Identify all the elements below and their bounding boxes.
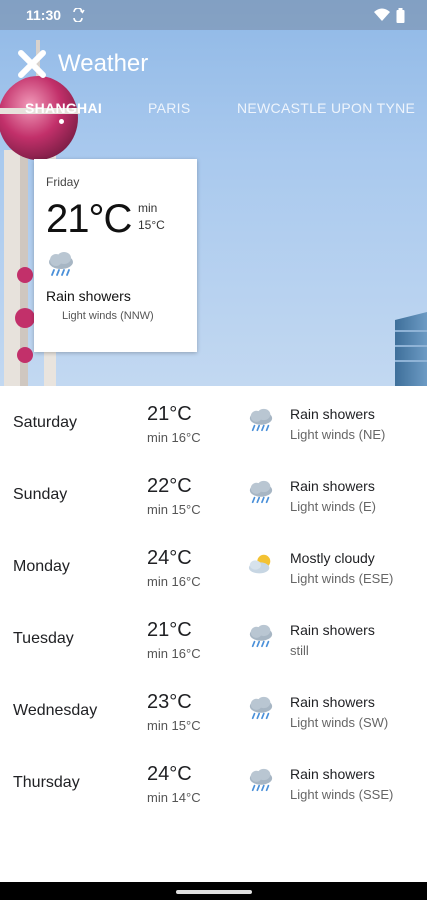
tab-paris[interactable]: PARIS	[148, 100, 190, 116]
forecast-day: Wednesday	[13, 702, 98, 719]
forecast-temp: 21°C	[147, 403, 192, 425]
forecast-condition: Mostly cloudy	[290, 550, 375, 566]
forecast-wind: still	[290, 643, 309, 658]
forecast-row: Tuesday 21°C min 16°C Rain showers still	[0, 602, 427, 674]
forecast-wind: Light winds (SW)	[290, 715, 389, 730]
forecast-temp: 24°C	[147, 763, 192, 785]
forecast-temp: 24°C	[147, 547, 192, 569]
forecast-temp: 21°C	[147, 619, 192, 641]
current-day: Friday	[46, 175, 80, 189]
forecast-min: min 16°C	[147, 646, 201, 661]
forecast-min: min 16°C	[147, 430, 201, 445]
battery-icon	[396, 7, 405, 23]
current-temp: 21°C	[46, 197, 132, 241]
current-condition: Rain showers	[46, 288, 131, 304]
rain-showers-icon	[249, 768, 273, 792]
forecast-row: Sunday 22°C min 15°C Rain showers Light …	[0, 458, 427, 530]
forecast-min: min 15°C	[147, 718, 201, 733]
tab-shanghai[interactable]: SHANGHAI	[25, 100, 102, 116]
forecast-wind: Light winds (ESE)	[290, 571, 394, 586]
current-wind: Light winds (NNW)	[62, 310, 154, 322]
forecast-condition: Rain showers	[290, 622, 375, 638]
status-bar: 11:30	[0, 0, 427, 30]
wifi-icon	[374, 8, 390, 21]
forecast-temp: 22°C	[147, 475, 192, 497]
forecast-row: Saturday 21°C min 16°C Rain showers Ligh…	[0, 386, 427, 458]
current-min-temp: 15°C	[138, 218, 165, 232]
current-min-label: min	[138, 201, 158, 215]
sync-icon	[73, 8, 85, 22]
active-tab-indicator	[59, 119, 64, 124]
rain-showers-icon	[249, 696, 273, 720]
forecast-condition: Rain showers	[290, 694, 375, 710]
home-gesture-handle[interactable]	[176, 890, 252, 894]
rain-showers-icon	[49, 252, 73, 276]
forecast-wind: Light winds (SSE)	[290, 787, 394, 802]
rain-showers-icon	[249, 408, 273, 432]
forecast-min: min 14°C	[147, 790, 201, 805]
forecast-day: Tuesday	[13, 630, 74, 647]
app-bar: Weather	[0, 42, 427, 86]
mostly-cloudy-icon	[248, 554, 271, 574]
close-button[interactable]	[16, 48, 48, 80]
forecast-day: Saturday	[13, 414, 78, 431]
forecast-row: Monday 24°C min 16°C Mostly cloudy Light…	[0, 530, 427, 602]
rain-showers-icon	[249, 480, 273, 504]
current-weather-card: Friday 21°C min 15°C Rain showers Light …	[34, 159, 197, 352]
forecast-min: min 15°C	[147, 502, 201, 517]
status-time: 11:30	[26, 7, 62, 23]
forecast-day: Monday	[13, 558, 70, 575]
forecast-condition: Rain showers	[290, 766, 375, 782]
forecast-wind: Light winds (NE)	[290, 427, 386, 442]
forecast-row: Wednesday 23°C min 15°C Rain showers Lig…	[0, 674, 427, 746]
forecast-condition: Rain showers	[290, 406, 375, 422]
app-title: Weather	[58, 50, 149, 77]
system-navigation-bar	[0, 882, 427, 900]
forecast-min: min 16°C	[147, 574, 201, 589]
close-icon	[18, 50, 46, 78]
forecast-temp: 23°C	[147, 691, 192, 713]
forecast-day: Thursday	[13, 774, 80, 791]
city-tabs: SHANGHAI PARIS NEWCASTLE UPON TYNE	[0, 96, 427, 126]
forecast-condition: Rain showers	[290, 478, 375, 494]
tab-newcastle-upon-tyne[interactable]: NEWCASTLE UPON TYNE	[237, 100, 415, 116]
rain-showers-icon	[249, 624, 273, 648]
forecast-wind: Light winds (E)	[290, 499, 376, 514]
forecast-row: Thursday 24°C min 14°C Rain showers Ligh…	[0, 746, 427, 818]
forecast-day: Sunday	[13, 486, 68, 503]
